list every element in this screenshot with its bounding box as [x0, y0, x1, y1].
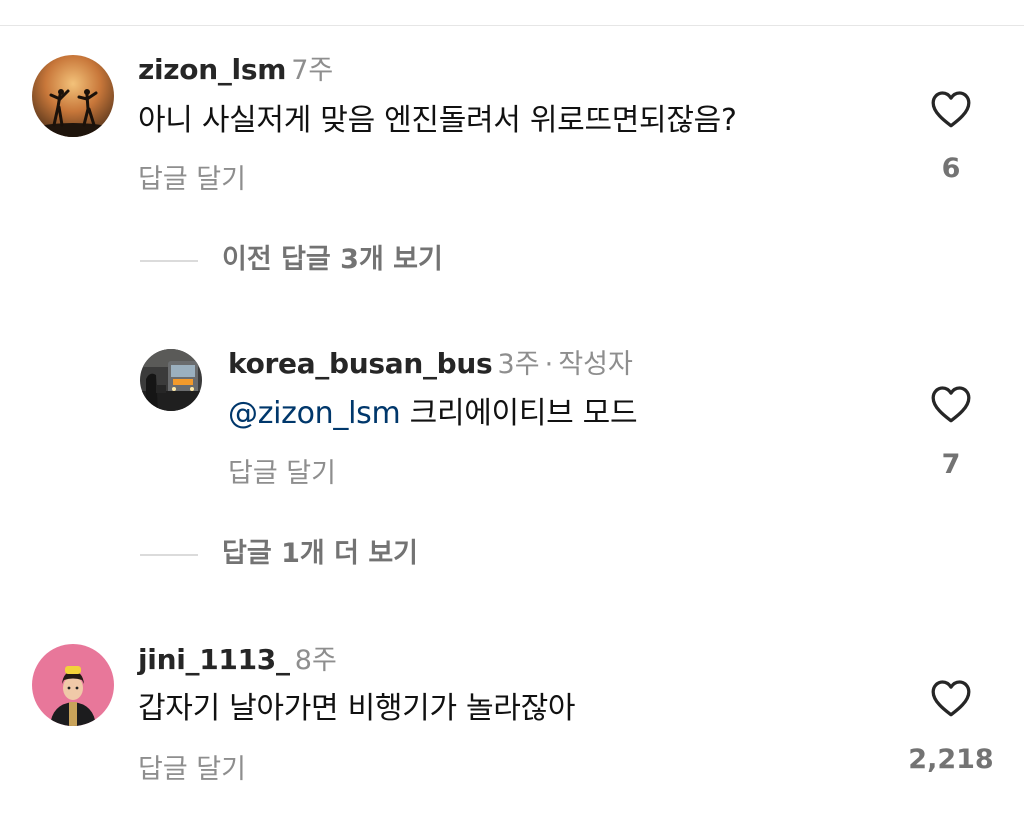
- reply-button[interactable]: 답글 달기: [228, 460, 336, 487]
- avatar[interactable]: [32, 644, 114, 726]
- comment-text: 크리에이티브 모드: [409, 396, 638, 431]
- like-button[interactable]: [929, 384, 973, 424]
- like-count: 2,218: [908, 744, 994, 775]
- heart-outline-icon: [931, 680, 971, 717]
- like-count: 7: [941, 449, 961, 480]
- comment-username[interactable]: jini_1113_: [138, 643, 290, 676]
- avatar[interactable]: [32, 55, 114, 137]
- thread-line: [140, 260, 198, 262]
- view-more-replies-button[interactable]: 답글 1개 더 보기: [140, 540, 460, 570]
- heart-outline-icon: [931, 386, 971, 423]
- comment-username[interactable]: zizon_lsm: [138, 53, 286, 86]
- author-badge: 작성자: [558, 349, 633, 380]
- reply-button[interactable]: 답글 달기: [138, 166, 246, 193]
- like-count: 6: [941, 153, 961, 184]
- top-divider: [0, 25, 1024, 26]
- like-button[interactable]: [929, 89, 973, 129]
- comment-time: 8주: [294, 645, 337, 676]
- meta-separator: ·: [544, 349, 554, 380]
- view-more-replies-label: 답글 1개 더 보기: [222, 538, 419, 569]
- view-previous-replies-button[interactable]: 이전 답글 3개 보기: [140, 246, 480, 276]
- avatar[interactable]: [140, 349, 202, 411]
- comment-text: 갑자기 날아가면 비행기가 놀라잖아: [138, 691, 576, 726]
- comment-time: 3주: [497, 349, 540, 380]
- like-button[interactable]: [929, 678, 973, 718]
- comment-text: 아니 사실저게 맞음 엔진돌려서 위로뜨면되잖음?: [138, 103, 737, 138]
- thread-line: [140, 554, 198, 556]
- comment-time: 7주: [291, 55, 334, 86]
- view-previous-replies-label: 이전 답글 3개 보기: [222, 244, 443, 275]
- reply-button[interactable]: 답글 달기: [138, 756, 246, 783]
- heart-outline-icon: [931, 91, 971, 128]
- comment-username[interactable]: korea_busan_bus: [228, 347, 493, 380]
- mention-link[interactable]: @zizon_lsm: [228, 396, 401, 431]
